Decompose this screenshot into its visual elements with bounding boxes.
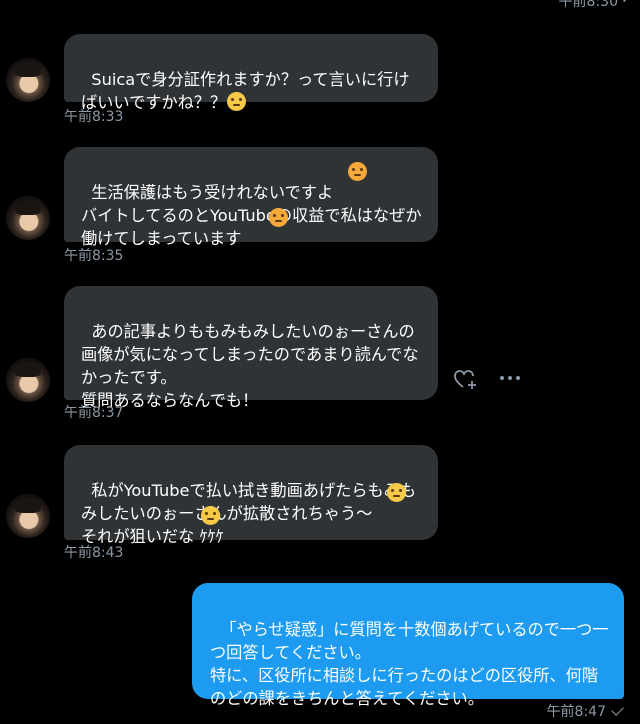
read-check-icon	[611, 703, 624, 716]
message-timestamp: 午前8:33	[64, 109, 124, 125]
avatar[interactable]	[6, 358, 50, 402]
rolling-eyes-emoji-icon	[227, 92, 247, 111]
message-bubble[interactable]: Suicaで身分証作れますか？って言いに行けばいいですかね？？	[64, 34, 438, 112]
read-check-icon: ✓	[621, 0, 632, 7]
heart-plus-icon[interactable]	[454, 368, 478, 390]
message-text: あの記事よりももみもみしたいのぉーさんの画像が気になってしまったのであまり読んで…	[81, 322, 419, 410]
laughing-emoji-icon	[201, 506, 220, 525]
previous-message-timestamp: 午前8:30	[558, 0, 618, 10]
my-message-text: 「やらせ疑惑」に質問を十数個あげているので一つ一つ回答してください。 特に、区役…	[210, 620, 609, 708]
my-message-bubble[interactable]: 「やらせ疑惑」に質問を十数個あげているので一つ一つ回答してください。 特に、区役…	[192, 583, 624, 708]
rolling-eyes-emoji-icon	[387, 483, 406, 502]
avatar[interactable]	[6, 58, 50, 102]
tired-face-emoji-icon	[348, 162, 367, 181]
message-timestamp: 午前8:37	[64, 405, 124, 421]
message-bubble[interactable]: 生活保護はもう受けれないですよ バイトしてるのとYouTubeの収益で私はなぜか…	[64, 147, 438, 248]
message-bubble[interactable]: あの記事よりももみもみしたいのぉーさんの画像が気になってしまったのであまり読んで…	[64, 286, 438, 410]
message-bubble[interactable]: 私がYouTubeで払い拭き動画あげたらもみもみしたいのぉーさんが拡散されちゃう…	[64, 445, 438, 546]
message-text: 私がYouTubeで払い拭き動画あげたらもみもみしたいのぉーさんが拡散されちゃう…	[81, 481, 417, 546]
my-message-timestamp: 午前8:47	[546, 704, 606, 720]
message-text: Suicaで身分証作れますか？って言いに行けばいいですかね？？	[81, 70, 410, 112]
dm-conversation: { "top_partial_time": "午前8:30", "message…	[0, 0, 640, 724]
more-options-icon[interactable]	[500, 371, 522, 385]
avatar[interactable]	[6, 494, 50, 538]
message-timestamp: 午前8:43	[64, 545, 124, 561]
avatar[interactable]	[6, 196, 50, 240]
tired-face-emoji-icon	[269, 208, 288, 227]
message-timestamp: 午前8:35	[64, 248, 124, 264]
message-text: 生活保護はもう受けれないですよ バイトしてるのとYouTubeの収益で私はなぜか…	[81, 183, 422, 248]
